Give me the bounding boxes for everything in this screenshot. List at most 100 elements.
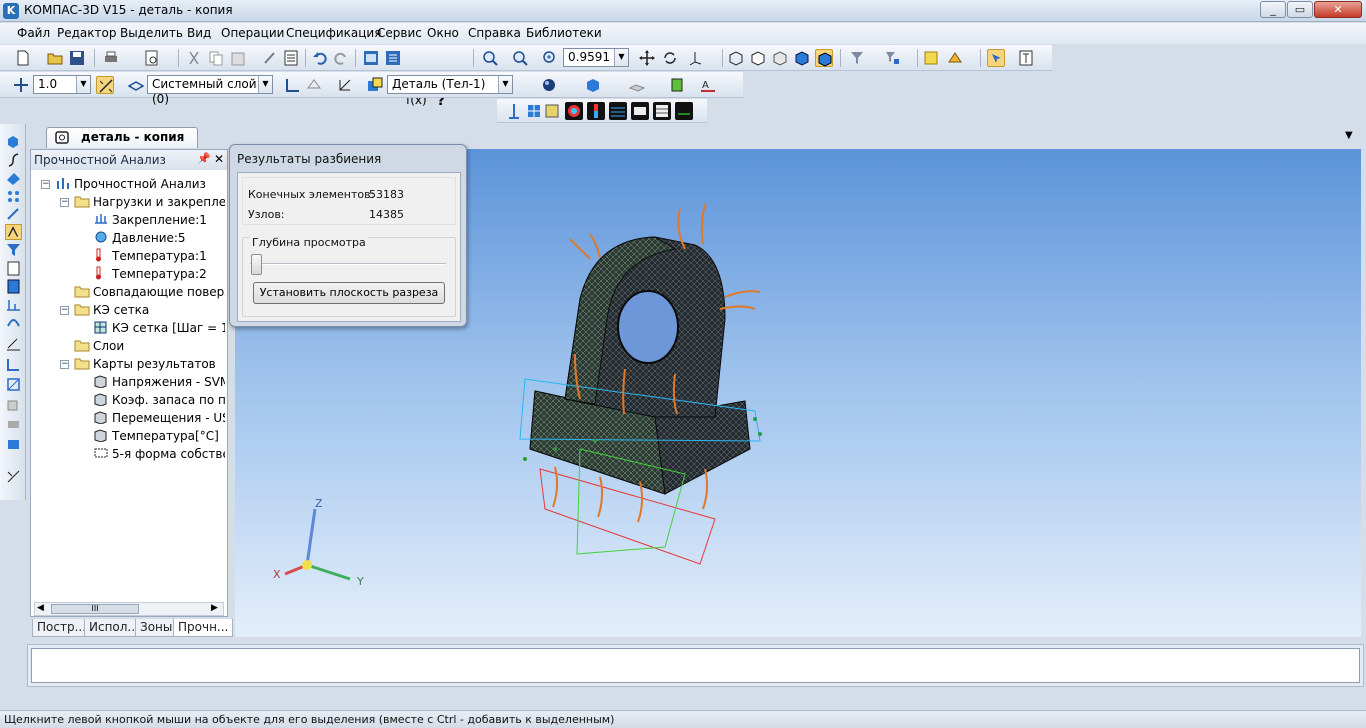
- collapse-icon[interactable]: −: [60, 306, 69, 315]
- hidden-lines-icon[interactable]: [749, 49, 767, 67]
- menu-window[interactable]: Окно: [427, 26, 459, 40]
- part-combo[interactable]: Деталь (Тел-1) ▼: [387, 75, 513, 94]
- scroll-thumb[interactable]: III: [51, 604, 139, 614]
- paste-icon[interactable]: [229, 49, 247, 67]
- minimize-button[interactable]: _: [1260, 1, 1286, 18]
- horizontal-scrollbar[interactable]: ◀ III ▶: [34, 602, 224, 616]
- tree-item[interactable]: Перемещения - USU: [93, 409, 225, 427]
- macro-icon[interactable]: [5, 468, 22, 484]
- filter-icon[interactable]: [848, 49, 866, 67]
- new-file-icon[interactable]: [14, 49, 32, 67]
- shaded-edges-icon[interactable]: [815, 49, 833, 67]
- print-preview-icon[interactable]: [5, 416, 22, 432]
- filter-pointer-icon[interactable]: [883, 49, 901, 67]
- aux-geometry-icon[interactable]: [5, 206, 22, 222]
- snap-toggle-icon[interactable]: [96, 76, 114, 94]
- tree-item[interactable]: Нагрузки и закреплени: [74, 193, 225, 211]
- plane-icon[interactable]: [305, 76, 323, 94]
- report-icon[interactable]: [543, 102, 561, 120]
- sketch-icon[interactable]: [5, 336, 22, 352]
- wireframe-view-icon[interactable]: [727, 49, 745, 67]
- close-button[interactable]: ✕: [1314, 1, 1362, 18]
- arrays-icon[interactable]: [5, 188, 22, 204]
- tree-item[interactable]: Карты результатов: [74, 355, 216, 373]
- collapse-icon[interactable]: −: [41, 180, 50, 189]
- stress-map-icon[interactable]: [565, 102, 583, 120]
- properties-icon[interactable]: [261, 49, 279, 67]
- measure-tool-icon[interactable]: [5, 296, 22, 312]
- chevron-down-icon[interactable]: ▼: [614, 49, 628, 66]
- chevron-down-icon[interactable]: ▼: [76, 76, 90, 93]
- tree-item[interactable]: Давление:5: [93, 229, 186, 247]
- zoom-in-icon[interactable]: [511, 49, 529, 67]
- orientation-icon[interactable]: [686, 49, 704, 67]
- redo-icon[interactable]: [332, 49, 350, 67]
- variables-icon[interactable]: [384, 49, 402, 67]
- animation-icon[interactable]: [675, 102, 693, 120]
- save-icon[interactable]: [68, 49, 86, 67]
- undo-icon[interactable]: [311, 49, 329, 67]
- tab-document[interactable]: деталь - копия: [46, 127, 198, 148]
- reports-icon[interactable]: [5, 278, 22, 294]
- text-style-icon[interactable]: A: [699, 76, 717, 94]
- menu-operations[interactable]: Операции: [221, 26, 284, 40]
- collapse-icon[interactable]: −: [60, 198, 69, 207]
- zoom-scale-icon[interactable]: [541, 49, 559, 67]
- collapse-icon[interactable]: −: [60, 360, 69, 369]
- depth-slider-track[interactable]: [250, 263, 446, 265]
- measure-icon[interactable]: [1017, 49, 1035, 67]
- print-icon[interactable]: [102, 49, 120, 67]
- menu-libraries[interactable]: Библиотеки: [526, 26, 602, 40]
- tree-item[interactable]: КЭ сетка: [74, 301, 149, 319]
- layers-icon[interactable]: [922, 49, 940, 67]
- menu-editor[interactable]: Редактор: [57, 26, 116, 40]
- tree-item[interactable]: 5-я форма собствен: [93, 445, 225, 463]
- zoom-combo[interactable]: 0.9591 ▼: [563, 48, 629, 67]
- hatch-icon[interactable]: [628, 76, 646, 94]
- specification-icon[interactable]: [5, 260, 22, 276]
- filter-tool-icon[interactable]: [5, 242, 22, 258]
- part-icon[interactable]: [366, 76, 384, 94]
- table-results-icon[interactable]: [653, 102, 671, 120]
- pan-icon[interactable]: [638, 49, 656, 67]
- drawing-view-icon[interactable]: [5, 356, 22, 372]
- isolines-icon[interactable]: [609, 102, 627, 120]
- local-cs-icon[interactable]: [283, 76, 301, 94]
- library-icon[interactable]: [946, 49, 964, 67]
- depth-slider-thumb[interactable]: [251, 254, 262, 275]
- tree-item[interactable]: Напряжения - SVM[: [93, 373, 225, 391]
- chevron-down-icon[interactable]: ▼: [258, 76, 272, 93]
- set-cut-plane-button[interactable]: Установить плоскость разреза: [253, 282, 445, 304]
- menu-select[interactable]: Выделить: [120, 26, 183, 40]
- tree-item[interactable]: Совпадающие поверхн: [74, 283, 225, 301]
- rotate-icon[interactable]: [661, 49, 679, 67]
- scroll-left-icon[interactable]: ◀: [37, 603, 44, 613]
- scroll-right-icon[interactable]: ▶: [211, 603, 218, 613]
- menu-file[interactable]: Файл: [17, 26, 50, 40]
- legend-icon[interactable]: [587, 102, 605, 120]
- light-icon[interactable]: [668, 76, 686, 94]
- tree-item[interactable]: КЭ сетка [Шаг = 1.25: [93, 319, 225, 337]
- menu-specification[interactable]: Спецификация: [286, 26, 381, 40]
- tab-strength[interactable]: Прочн...: [173, 619, 234, 637]
- step-combo[interactable]: 1.0 ▼: [33, 75, 91, 94]
- tree-item[interactable]: Температура[°C]: [93, 427, 219, 445]
- pin-icon[interactable]: 📌: [197, 152, 211, 165]
- layer-icon[interactable]: [127, 76, 145, 94]
- menu-service[interactable]: Сервис: [377, 26, 422, 40]
- probe-icon[interactable]: [631, 102, 649, 120]
- tab-build[interactable]: Постр...: [32, 619, 92, 637]
- tabs-menu-chevron-icon[interactable]: ▼: [1345, 130, 1353, 141]
- orient-cs-icon[interactable]: [336, 76, 354, 94]
- spatial-curves-icon[interactable]: [5, 152, 22, 168]
- color-icon[interactable]: [584, 76, 602, 94]
- tree-item[interactable]: Закрепление:1: [93, 211, 207, 229]
- sheet-metal-icon[interactable]: [5, 314, 22, 330]
- copy-object-icon[interactable]: [5, 396, 22, 412]
- fea-analysis-icon[interactable]: [505, 102, 523, 120]
- layer-combo[interactable]: Системный слой (0) ▼: [147, 75, 273, 106]
- list-icon[interactable]: [282, 49, 300, 67]
- menu-view[interactable]: Вид: [187, 26, 211, 40]
- tree-item[interactable]: Температура:1: [93, 247, 207, 265]
- chevron-down-icon[interactable]: ▼: [498, 76, 512, 93]
